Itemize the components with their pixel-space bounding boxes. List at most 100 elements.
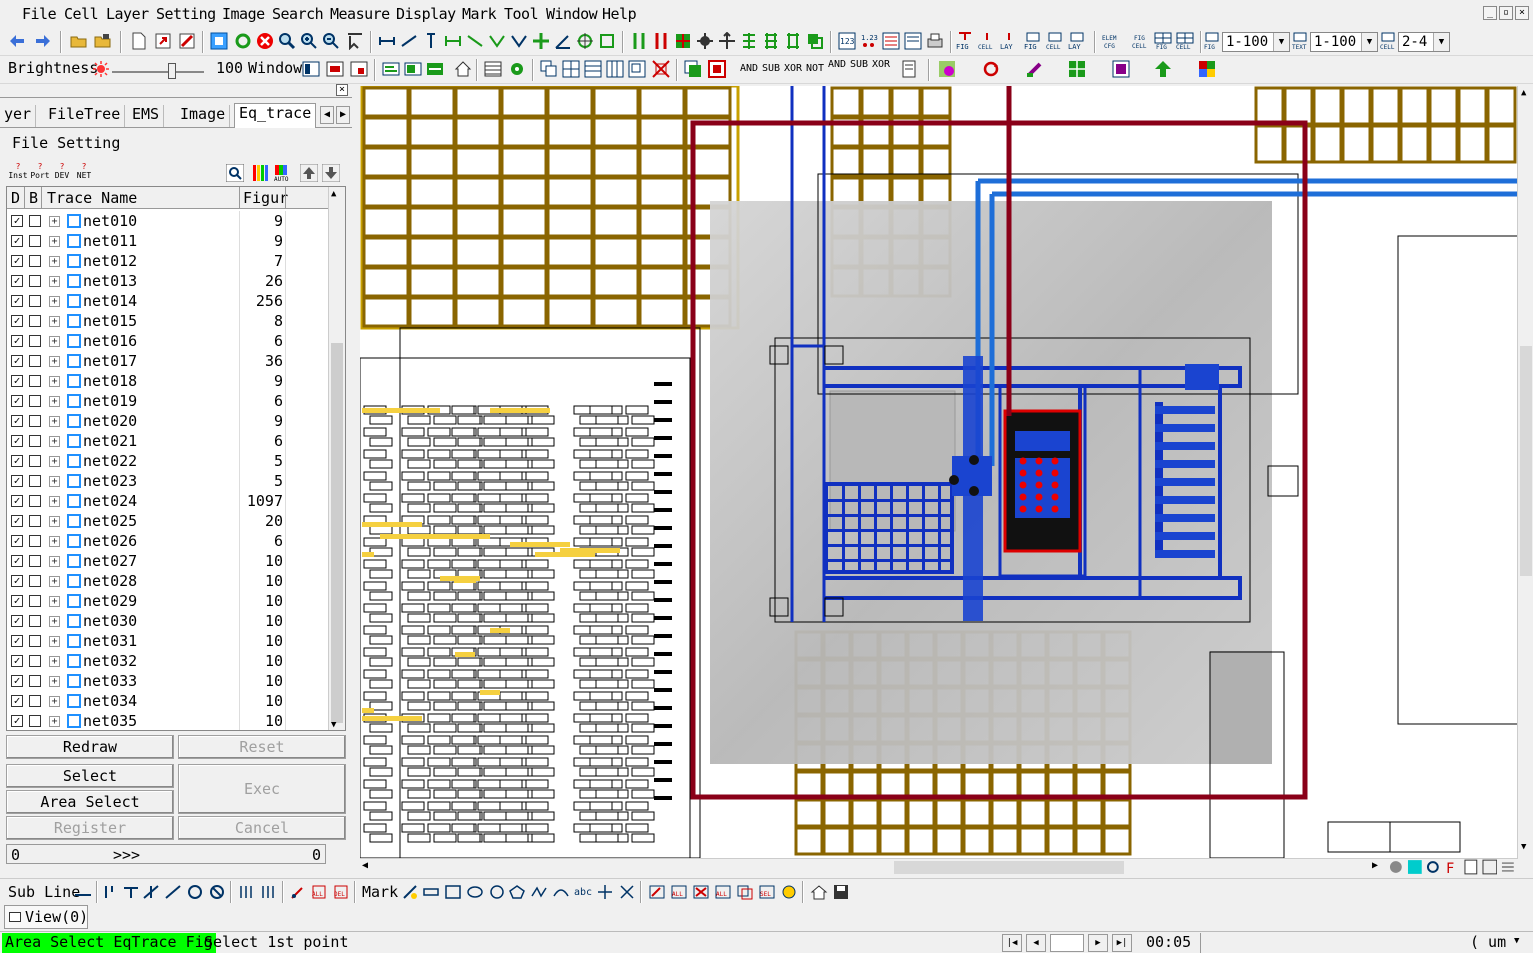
- window-tile-icon[interactable]: [302, 60, 320, 78]
- status-unit[interactable]: ( um: [1470, 933, 1506, 951]
- measure-v-icon[interactable]: [422, 32, 440, 50]
- lay-copy-icon[interactable]: LAY: [1068, 32, 1086, 50]
- list-icon[interactable]: [882, 32, 900, 50]
- restore-icon[interactable]: ▫: [1499, 6, 1513, 20]
- bold-checkbox[interactable]: [29, 475, 41, 487]
- menu-display[interactable]: Display: [396, 5, 456, 23]
- display-checkbox[interactable]: ✓: [11, 355, 23, 367]
- layers-icon[interactable]: [806, 32, 824, 50]
- menu-mark[interactable]: Mark: [462, 5, 497, 23]
- vscroll-thumb[interactable]: [1520, 346, 1532, 576]
- array3-icon[interactable]: [784, 32, 802, 50]
- display-checkbox[interactable]: ✓: [11, 435, 23, 447]
- back-arrow-icon[interactable]: [8, 32, 26, 50]
- edit-icon[interactable]: [178, 32, 196, 50]
- mark-pen-icon[interactable]: [402, 884, 420, 900]
- vertical-lines2-icon[interactable]: [652, 32, 670, 50]
- home-icon[interactable]: [454, 60, 472, 78]
- prev-frame-icon[interactable]: ◀: [1026, 934, 1046, 952]
- bold-checkbox[interactable]: [29, 655, 41, 667]
- expand-icon[interactable]: +: [49, 216, 60, 227]
- last-frame-icon[interactable]: ▶|: [1112, 934, 1132, 952]
- layer-box-icon[interactable]: [404, 60, 422, 78]
- zoom-icon[interactable]: [278, 32, 296, 50]
- mark-circle-icon[interactable]: [488, 884, 506, 900]
- bold-checkbox[interactable]: [29, 295, 41, 307]
- color-palette-icon[interactable]: [1198, 60, 1216, 78]
- exec-button[interactable]: Exec: [178, 764, 346, 814]
- trace-row[interactable]: ✓ + net034 10: [7, 691, 329, 711]
- upload-icon[interactable]: [1154, 60, 1172, 78]
- trace-table-scrollbar[interactable]: ▲ ▼: [328, 187, 345, 730]
- stop-icon[interactable]: [256, 32, 274, 50]
- scroll-thumb[interactable]: [331, 343, 343, 723]
- tab-filetree[interactable]: FileTree: [44, 105, 126, 127]
- window-frame-icon[interactable]: [628, 60, 646, 78]
- mark-home-icon[interactable]: [810, 884, 828, 900]
- expand-icon[interactable]: +: [49, 276, 60, 287]
- elem-cfg-icon[interactable]: ELEMCFG: [1102, 32, 1120, 50]
- bold-checkbox[interactable]: [29, 615, 41, 627]
- first-frame-icon[interactable]: |◀: [1002, 934, 1022, 952]
- canvas-vscrollbar[interactable]: ▲ ▼: [1517, 86, 1533, 858]
- cell-copy-icon[interactable]: CELL: [1046, 32, 1064, 50]
- fig-grid-icon[interactable]: FIG: [1154, 32, 1172, 50]
- bold-checkbox[interactable]: [29, 435, 41, 447]
- expand-icon[interactable]: +: [49, 476, 60, 487]
- expand-icon[interactable]: +: [49, 516, 60, 527]
- mark-ellipse-icon[interactable]: [466, 884, 484, 900]
- hscroll-thumb[interactable]: [894, 861, 1124, 874]
- expand-icon[interactable]: +: [49, 536, 60, 547]
- display-checkbox[interactable]: ✓: [11, 475, 23, 487]
- bold-checkbox[interactable]: [29, 575, 41, 587]
- trace-row[interactable]: ✓ + net025 20: [7, 511, 329, 531]
- op-and[interactable]: AND: [740, 63, 758, 74]
- trace-row[interactable]: ✓ + net012 7: [7, 251, 329, 271]
- measure-h-icon[interactable]: [378, 32, 396, 50]
- fig-copy-icon[interactable]: FIG: [1024, 32, 1042, 50]
- tab-scroll-right-icon[interactable]: ▶: [336, 106, 350, 124]
- brightness-slider[interactable]: [112, 62, 204, 79]
- new-file-icon[interactable]: [130, 32, 148, 50]
- expand-icon[interactable]: +: [49, 416, 60, 427]
- zoom-in-icon[interactable]: [300, 32, 318, 50]
- trace-row[interactable]: ✓ + net029 10: [7, 591, 329, 611]
- bold-checkbox[interactable]: [29, 255, 41, 267]
- trace-row[interactable]: ✓ + net022 5: [7, 451, 329, 471]
- mark-rect-thin-icon[interactable]: [422, 884, 440, 900]
- bars2-icon[interactable]: [260, 884, 278, 900]
- frame-input[interactable]: [1050, 934, 1084, 952]
- line-branch-icon[interactable]: [142, 884, 160, 900]
- zoom-out-icon[interactable]: [322, 32, 340, 50]
- folder-lock-icon[interactable]: [94, 32, 112, 50]
- expand-icon[interactable]: +: [49, 356, 60, 367]
- display-checkbox[interactable]: ✓: [11, 655, 23, 667]
- bold-checkbox[interactable]: [29, 695, 41, 707]
- col-d[interactable]: D: [11, 189, 20, 207]
- op-xor-sel[interactable]: XOR: [872, 59, 890, 70]
- display-checkbox[interactable]: ✓: [11, 275, 23, 287]
- cell-grid-icon[interactable]: CELL: [1176, 32, 1194, 50]
- minimize-icon[interactable]: _: [1483, 6, 1497, 20]
- bold-checkbox[interactable]: [29, 675, 41, 687]
- layout-canvas[interactable]: [360, 86, 1518, 858]
- bold-checkbox[interactable]: [29, 555, 41, 567]
- mark-sel-icon[interactable]: SEL: [758, 884, 776, 900]
- trace-row[interactable]: ✓ + net026 6: [7, 531, 329, 551]
- box-measure-icon[interactable]: [598, 32, 616, 50]
- inst-filter-icon[interactable]: ? Inst: [8, 162, 28, 180]
- expand-icon[interactable]: +: [49, 256, 60, 267]
- rotate-icon[interactable]: [982, 60, 1000, 78]
- pointer-icon[interactable]: [346, 32, 364, 50]
- expand-icon[interactable]: +: [49, 296, 60, 307]
- bold-checkbox[interactable]: [29, 315, 41, 327]
- measure-width-icon[interactable]: [444, 32, 462, 50]
- move-down-icon[interactable]: [322, 164, 340, 182]
- layout-drawing[interactable]: [360, 86, 1518, 858]
- next-frame-icon[interactable]: ▶: [1088, 934, 1108, 952]
- op-not[interactable]: NOT: [806, 63, 824, 74]
- menu-help[interactable]: Help: [602, 5, 637, 23]
- fig-cell-icon[interactable]: FIGCELL: [1132, 32, 1150, 50]
- vscroll-up-icon[interactable]: ▲: [1521, 88, 1526, 98]
- display-checkbox[interactable]: ✓: [11, 595, 23, 607]
